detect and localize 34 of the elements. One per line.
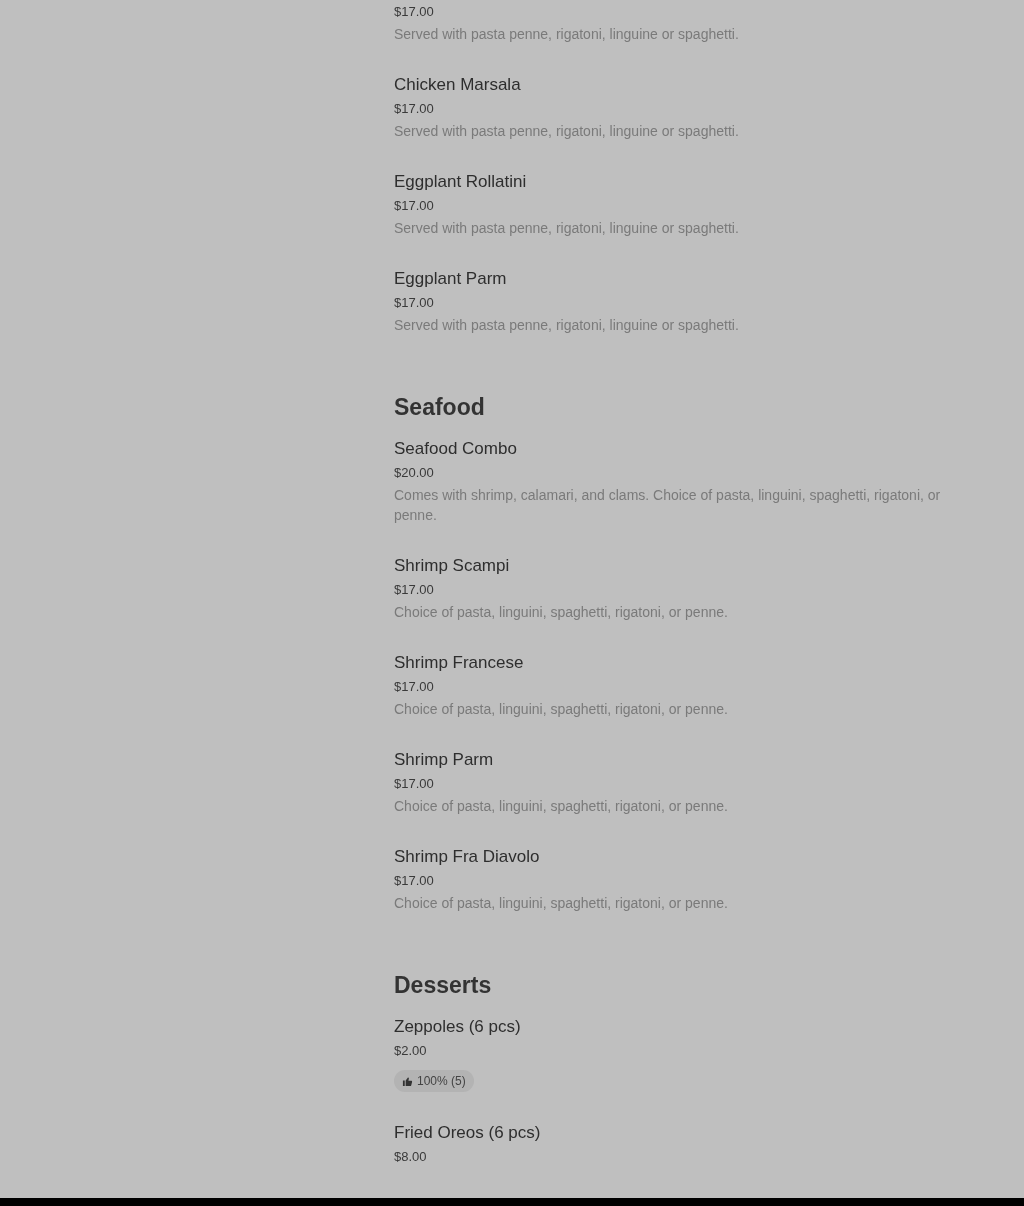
item-price: $17.00: [394, 581, 435, 599]
item-price: $17.00: [394, 3, 435, 21]
item-name[interactable]: Zeppoles (6 pcs): [394, 1015, 966, 1039]
item-price: $17.00: [394, 294, 435, 312]
item-description: Served with pasta penne, rigatoni, linguine or spaghetti.: [394, 316, 740, 335]
item-price: $17.00: [394, 678, 435, 696]
item-price: $2.00: [394, 1042, 428, 1060]
item-name[interactable]: Fried Oreos (6 pcs): [394, 1121, 966, 1145]
item-name[interactable]: Seafood Combo: [394, 437, 966, 461]
item-price: $17.00: [394, 197, 435, 215]
item-price: $17.00: [394, 775, 435, 793]
section-heading: Desserts: [394, 971, 493, 1000]
item-price: $17.00: [394, 100, 435, 118]
item-price: $17.00: [394, 872, 435, 890]
item-description: Choice of pasta, linguini, spaghetti, rigatoni, or penne.: [394, 894, 729, 913]
item-price: $20.00: [394, 464, 435, 482]
item-name[interactable]: Shrimp Scampi: [394, 554, 966, 578]
item-description: Choice of pasta, linguini, spaghetti, rigatoni, or penne.: [394, 797, 729, 816]
item-description: Served with pasta penne, rigatoni, linguine or spaghetti.: [394, 25, 740, 44]
item-name[interactable]: Eggplant Rollatini: [394, 170, 966, 194]
section-heading: Seafood: [394, 393, 486, 422]
item-description: Choice of pasta, linguini, spaghetti, rigatoni, or penne.: [394, 603, 729, 622]
item-description: Served with pasta penne, rigatoni, linguine or spaghetti.: [394, 219, 740, 238]
thumbs-up-icon: [402, 1075, 413, 1087]
item-description: Choice of pasta, linguini, spaghetti, rigatoni, or penne.: [394, 700, 729, 719]
item-price: $8.00: [394, 1148, 428, 1166]
item-name[interactable]: Chicken Marsala: [394, 73, 966, 97]
item-name[interactable]: Shrimp Parm: [394, 748, 966, 772]
item-name[interactable]: Shrimp Fra Diavolo: [394, 845, 966, 869]
item-description: Comes with shrimp, calamari, and clams. Choice of pasta, linguini, spaghetti, rigatoni, or penne.: [394, 486, 942, 525]
rating-text: 100% (5): [417, 1074, 466, 1088]
item-description: Served with pasta penne, rigatoni, linguine or spaghetti.: [394, 122, 740, 141]
item-name[interactable]: Eggplant Parm: [394, 267, 966, 291]
item-name[interactable]: Shrimp Francese: [394, 651, 966, 675]
